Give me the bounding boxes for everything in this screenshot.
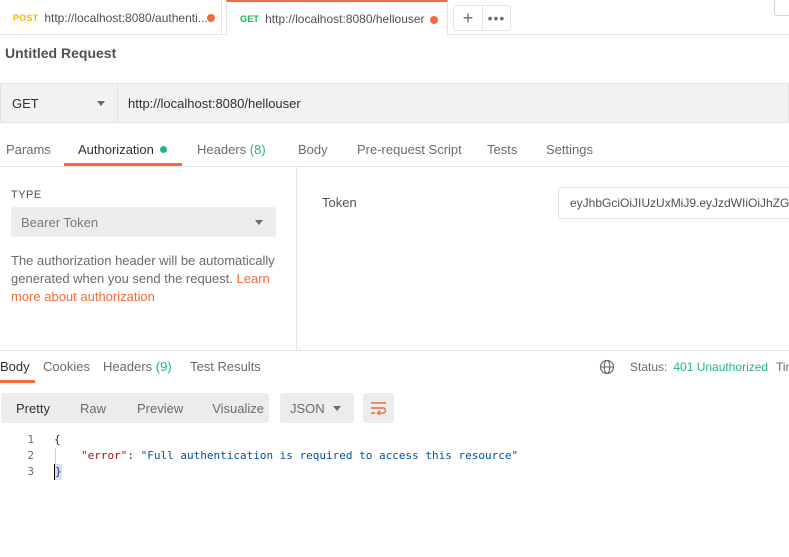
view-raw-button[interactable]: Raw: [80, 393, 106, 423]
status-value[interactable]: 401 Unauthorized: [673, 360, 768, 374]
unsaved-dot: [430, 16, 438, 24]
type-label: TYPE: [11, 189, 42, 201]
chevron-down-icon: [255, 220, 263, 225]
json-value: "Full authentication is required to acce…: [140, 449, 519, 462]
url-input[interactable]: http://localhost:8080/hellouser: [118, 84, 788, 122]
auth-type-value: Bearer Token: [21, 214, 99, 230]
request-title[interactable]: Untitled Request: [5, 45, 116, 61]
response-tab-headers[interactable]: Headers (9): [103, 359, 172, 374]
unsaved-dot: [207, 14, 215, 22]
tab-authorization-label: Authorization: [78, 142, 154, 157]
globe-icon[interactable]: [599, 359, 615, 375]
tab-bar: POST http://localhost:8080/authenti... G…: [0, 0, 789, 35]
wrap-lines-button[interactable]: [363, 393, 394, 423]
tab-body[interactable]: Body: [298, 137, 328, 166]
more-options-icon[interactable]: •••: [481, 6, 510, 30]
tab-post-authenticate[interactable]: POST http://localhost:8080/authenti...: [0, 0, 222, 35]
response-headers-label: Headers: [103, 359, 153, 374]
view-visualize-button[interactable]: Visualize: [212, 393, 264, 423]
code-line: 2 "error": "Full authentication is requi…: [0, 448, 789, 464]
auth-type-panel: TYPE Bearer Token The authorization head…: [0, 167, 297, 350]
tab-url: http://localhost:8080/authenti...: [44, 10, 208, 25]
tab-authorization[interactable]: Authorization: [78, 137, 167, 166]
tab-headers[interactable]: Headers (8): [197, 137, 266, 166]
status-label: Status:: [630, 360, 668, 374]
method-select[interactable]: GET: [1, 84, 118, 122]
tab-controls: + •••: [453, 5, 511, 31]
response-tab-indicator: [0, 380, 35, 383]
token-label: Token: [322, 195, 357, 210]
line-number: 1: [27, 433, 34, 446]
tab-url: http://localhost:8080/hellouser: [265, 11, 425, 26]
response-body-editor[interactable]: 1 { 2 "error": "Full authentication is r…: [0, 432, 789, 480]
environment-selector[interactable]: [774, 0, 789, 16]
tab-params[interactable]: Params: [6, 137, 51, 166]
tab-method-post: POST: [13, 12, 39, 23]
headers-count: (8): [249, 142, 266, 157]
code-line: 1 {: [0, 432, 789, 448]
chevron-down-icon: [333, 406, 341, 411]
url-bar: GET http://localhost:8080/hellouser: [0, 83, 789, 123]
json-key: "error": [81, 449, 128, 462]
auth-description-text: The authorization header will be automat…: [11, 253, 275, 286]
line-number: 3: [27, 465, 34, 478]
wrap-icon: [371, 402, 387, 415]
tab-settings[interactable]: Settings: [546, 137, 593, 166]
active-tab-indicator: [64, 163, 182, 166]
format-select[interactable]: JSON: [280, 393, 354, 423]
response-tab-body[interactable]: Body: [0, 359, 30, 374]
response-tab-cookies[interactable]: Cookies: [43, 359, 90, 374]
auth-description: The authorization header will be automat…: [11, 252, 281, 306]
tab-method-get: GET: [240, 13, 260, 24]
auth-type-select[interactable]: Bearer Token: [11, 207, 276, 237]
line-content: }: [54, 464, 62, 480]
tab-tests[interactable]: Tests: [487, 137, 517, 166]
json-separator: :: [127, 449, 141, 462]
format-value: JSON: [290, 400, 325, 416]
line-content: "error": "Full authentication is require…: [81, 448, 518, 464]
token-input[interactable]: eyJhbGciOiJIUzUxMiJ9.eyJzdWIiOiJhZG1p: [558, 187, 789, 219]
response-time-label: Tir: [776, 360, 789, 374]
code-line: 3 }: [0, 464, 789, 480]
new-tab-button[interactable]: +: [454, 6, 482, 30]
line-content: {: [54, 433, 61, 446]
active-dot-icon: [159, 146, 167, 153]
view-preview-button[interactable]: Preview: [137, 393, 183, 423]
response-headers-count: (9): [155, 359, 172, 374]
tab-prerequest-script[interactable]: Pre-request Script: [357, 137, 462, 166]
method-value: GET: [12, 95, 39, 111]
view-pretty-button[interactable]: Pretty: [16, 393, 50, 423]
tab-headers-label: Headers: [197, 142, 247, 157]
view-mode-group: Pretty Raw Preview Visualize: [1, 393, 269, 423]
chevron-down-icon: [97, 101, 105, 106]
response-status: Status: 401 Unauthorized: [630, 360, 768, 374]
tab-get-hellouser[interactable]: GET http://localhost:8080/hellouser: [226, 0, 448, 35]
line-number: 2: [27, 449, 34, 462]
response-tab-test-results[interactable]: Test Results: [190, 359, 261, 374]
